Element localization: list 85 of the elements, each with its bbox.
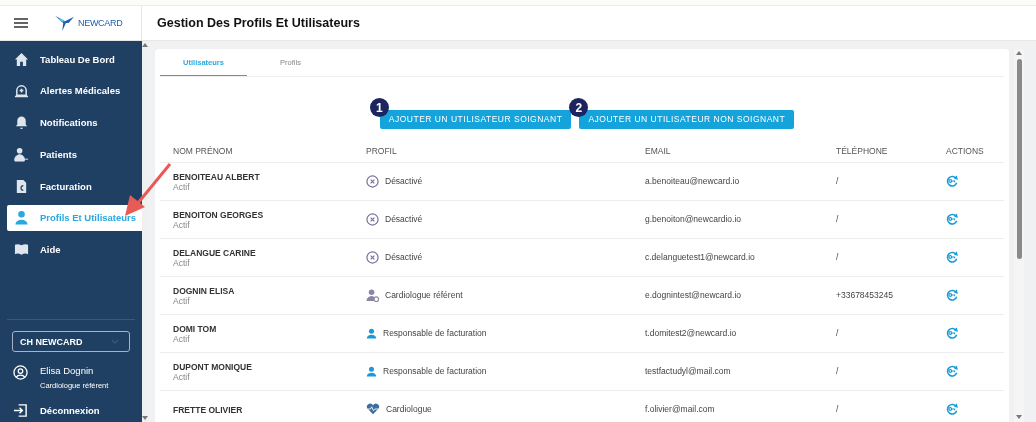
scrollbar[interactable] — [1014, 49, 1024, 422]
circle-x-icon — [366, 212, 379, 226]
profile-label: Cardiologue — [386, 404, 432, 414]
user-status: Actif — [173, 257, 190, 268]
bird-logo-icon — [54, 14, 76, 32]
profile-label: Cardiologue référent — [385, 290, 463, 300]
logout-link[interactable]: Déconnexion — [7, 390, 135, 418]
user-name-cell: DUPONT MONIQUE — [173, 361, 252, 372]
user-name-cell: BENOITEAU ALBERT — [173, 171, 260, 182]
email-cell: testfactudyl@mail.com — [645, 366, 731, 376]
phone-cell: / — [836, 214, 839, 224]
key-refresh-icon[interactable] — [946, 289, 958, 301]
user-status: Actif — [173, 295, 190, 306]
phone-cell: / — [836, 176, 839, 186]
user-gear-icon — [366, 288, 379, 302]
logo-text: NEWCARD — [78, 18, 123, 28]
scrollbar-thumb[interactable] — [1016, 59, 1022, 259]
column-header: ACTIONS — [946, 145, 985, 156]
circle-x-icon — [366, 174, 379, 188]
email-cell: a.benoiteau@newcard.io — [645, 176, 740, 186]
user-name-cell: DELANGUE CARINE — [173, 247, 256, 258]
nav-item[interactable]: Aide — [7, 236, 142, 263]
user-status: Actif — [173, 333, 190, 344]
user-name-cell: BENOITON GEORGES — [173, 209, 264, 220]
key-refresh-icon[interactable] — [946, 213, 958, 225]
key-refresh-icon[interactable] — [946, 403, 958, 415]
nav-item[interactable]: Notifications — [7, 109, 142, 136]
user-status: Actif — [173, 219, 190, 230]
column-header: EMAIL — [645, 145, 672, 156]
phone-cell: / — [836, 328, 839, 338]
alarm-icon — [14, 83, 29, 99]
logout-icon — [13, 403, 28, 418]
column-header: PROFIL — [366, 145, 398, 156]
phone-cell: / — [836, 404, 839, 414]
user-name: Elisa Dognin — [40, 365, 95, 376]
user-name-cell: DOMI TOM — [173, 323, 217, 334]
email-cell: f.olivier@mail.com — [645, 404, 715, 414]
home-icon — [14, 51, 29, 67]
document-icon — [14, 178, 29, 194]
profile-label: Responsable de facturation — [383, 328, 487, 338]
heartbeat-icon — [366, 403, 380, 415]
profile-label: Désactivé — [385, 252, 423, 262]
phone-cell: / — [836, 366, 839, 376]
nav-item[interactable]: Alertes Médicales — [7, 77, 142, 104]
scroll-down-icon[interactable] — [1016, 415, 1022, 419]
column-header: NOM PRÉNOM — [173, 145, 234, 156]
scroll-down-icon[interactable] — [142, 416, 148, 420]
establishment-select[interactable]: CH NEWCARD — [12, 331, 130, 352]
scroll-up-icon[interactable] — [1016, 51, 1022, 55]
email-cell: t.domitest2@newcard.io — [645, 328, 737, 338]
phone-cell: +33678453245 — [836, 290, 893, 300]
user-status: Actif — [173, 371, 190, 382]
user-icon — [366, 327, 377, 339]
scroll-up-icon[interactable] — [142, 43, 148, 47]
profile-label: Désactivé — [385, 214, 423, 224]
user-icon — [366, 365, 377, 377]
profile-label: Désactivé — [385, 176, 423, 186]
column-header: TÉLÉPHONE — [836, 145, 889, 156]
page-title: Gestion Des Profils Et Utilisateurs — [157, 16, 360, 30]
key-refresh-icon[interactable] — [946, 327, 958, 339]
caret-icon — [111, 339, 119, 344]
menu-icon[interactable] — [14, 18, 28, 28]
nav-item[interactable]: Patients — [7, 141, 142, 168]
user-status: Actif — [173, 181, 190, 192]
key-refresh-icon[interactable] — [946, 175, 958, 187]
phone-cell: / — [836, 252, 839, 262]
nav-item[interactable]: Tableau De Bord — [7, 46, 142, 72]
user-name-cell: FRETTE OLIVIER — [173, 404, 243, 415]
book-icon — [14, 242, 29, 258]
nav-item[interactable]: Facturation — [7, 173, 142, 200]
step-badge: 2 — [569, 98, 589, 117]
user-avatar-icon — [13, 365, 28, 380]
email-cell: e.dognintest@newcard.io — [645, 290, 742, 300]
step-badge: 1 — [369, 98, 389, 117]
key-refresh-icon[interactable] — [946, 365, 958, 377]
bell-icon — [14, 115, 29, 131]
user-name-cell: DOGNIN ELISA — [173, 285, 235, 296]
email-cell: g.benoiton@newcardio.io — [645, 214, 742, 224]
user-icon — [14, 210, 29, 226]
key-refresh-icon[interactable] — [946, 251, 958, 263]
profile-label: Responsable de facturation — [383, 366, 487, 376]
email-cell: c.delanguetest1@newcard.io — [645, 252, 755, 262]
scrollbar[interactable] — [142, 41, 148, 422]
circle-x-icon — [366, 250, 379, 264]
person-icon — [14, 146, 29, 162]
